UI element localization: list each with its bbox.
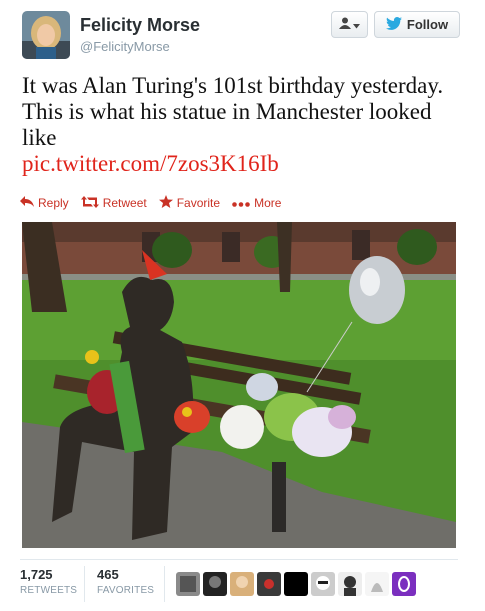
tweet-media-link[interactable]: pic.twitter.com/7zos3K16Ib: [22, 151, 279, 176]
tweet-stats: 1,725 RETWEETS 465 FAVORITES: [20, 567, 174, 596]
favoriter-avatar[interactable]: [230, 572, 254, 596]
caret-down-icon: [353, 16, 360, 34]
reply-button[interactable]: Reply: [20, 196, 69, 210]
favorites-count: 465: [97, 567, 119, 582]
tweet-body: It was Alan Turing's 101st birthday yest…: [22, 73, 444, 150]
favoriter-avatar[interactable]: [284, 572, 308, 596]
person-icon: [339, 16, 351, 34]
follow-label: Follow: [406, 17, 449, 32]
retweet-label: Retweet: [102, 196, 147, 210]
favoriter-avatar[interactable]: [311, 572, 335, 596]
retweet-icon: [80, 195, 99, 211]
favoriter-avatar[interactable]: [392, 572, 416, 596]
twitter-bird-icon: [385, 16, 402, 33]
tweet-actions: Reply Retweet Favorite More: [20, 195, 281, 211]
retweet-button[interactable]: Retweet: [80, 195, 147, 211]
more-dots-icon: [232, 196, 250, 210]
stat-divider: [84, 566, 85, 602]
more-label: More: [254, 196, 282, 210]
retweets-stat[interactable]: 1,725 RETWEETS: [20, 567, 97, 596]
avatar[interactable]: [22, 11, 70, 59]
favorites-label: FAVORITES: [97, 585, 155, 596]
favoriters-avatars: [176, 572, 416, 596]
favoriter-avatar[interactable]: [176, 572, 200, 596]
tweet-photo[interactable]: [22, 222, 456, 548]
tweet-text: It was Alan Turing's 101st birthday yest…: [22, 73, 462, 177]
favorite-button[interactable]: Favorite: [158, 195, 221, 211]
stat-divider: [164, 566, 165, 602]
star-icon: [158, 195, 173, 211]
favoriter-avatar[interactable]: [338, 572, 362, 596]
reply-label: Reply: [38, 196, 69, 210]
favoriter-avatar[interactable]: [203, 572, 227, 596]
favoriter-avatar[interactable]: [257, 572, 281, 596]
follow-button[interactable]: Follow: [374, 11, 460, 38]
retweets-label: RETWEETS: [20, 585, 78, 596]
favoriter-avatar[interactable]: [365, 572, 389, 596]
user-actions-dropdown[interactable]: [331, 11, 368, 38]
favorite-label: Favorite: [176, 196, 221, 210]
screen-name[interactable]: @FelicityMorse: [80, 39, 170, 54]
reply-icon: [20, 196, 34, 210]
more-button[interactable]: More: [232, 196, 281, 210]
favorites-stat[interactable]: 465 FAVORITES: [97, 567, 174, 596]
display-name[interactable]: Felicity Morse: [80, 15, 200, 36]
divider: [20, 559, 458, 560]
retweets-count: 1,725: [20, 567, 53, 582]
